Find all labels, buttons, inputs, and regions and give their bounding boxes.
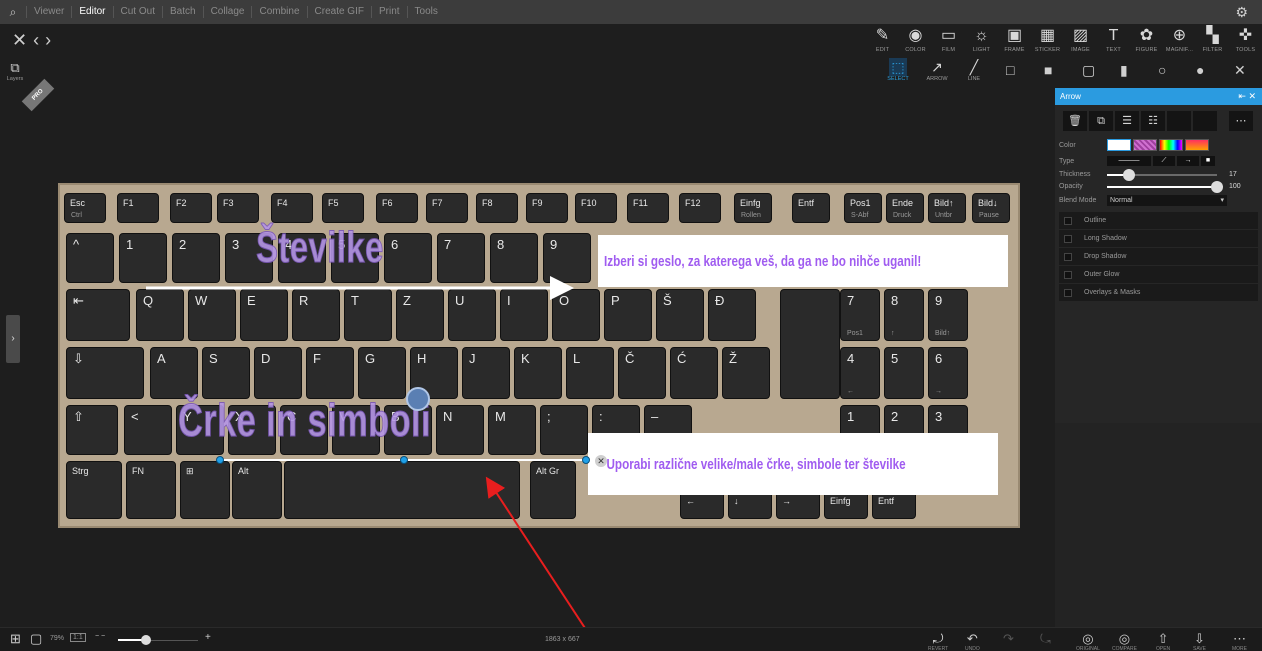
open-icon: ⇧: [1157, 631, 1169, 646]
effect-drop-shadow[interactable]: Drop Shadow: [1059, 248, 1258, 265]
action-row: 🗑 ⧉ ☰ ☷ ⋯: [1063, 111, 1258, 131]
grid-icon[interactable]: ⊞: [10, 631, 21, 647]
delete-icon[interactable]: 🗑: [1063, 111, 1087, 131]
effects-list: Outline Long Shadow Drop Shadow Outer Glow O…: [1059, 212, 1258, 301]
color-row: Color: [1059, 139, 1258, 151]
type-line[interactable]: ———: [1107, 156, 1151, 166]
pin-icon[interactable]: ⇤: [1238, 91, 1246, 101]
type-end[interactable]: ■: [1201, 156, 1215, 166]
blend-mode-select[interactable]: Normal ▾: [1107, 195, 1227, 206]
revert-button[interactable]: ⤾ REVERT: [928, 632, 948, 651]
checkbox[interactable]: [1064, 270, 1072, 279]
save-button[interactable]: ⇩ SAVE: [1193, 632, 1206, 651]
color-swatch-gradient[interactable]: [1185, 139, 1209, 151]
undo-icon: ↶: [966, 631, 978, 646]
redo-button[interactable]: ↷: [1003, 632, 1014, 646]
bottom-bar: ⊞ ▢ 79% 1:1 − − + 1863 x 667 ⤾ REVERT ↶ UND…: [0, 627, 1262, 651]
bring-front-icon[interactable]: ☰: [1115, 111, 1139, 131]
chevron-down-icon: ▾: [1220, 197, 1224, 204]
close-panel-icon[interactable]: ✕: [1248, 91, 1256, 101]
revert-icon: ⤾: [932, 631, 944, 646]
more-button[interactable]: ⋯ MORE: [1232, 632, 1247, 651]
send-back-icon[interactable]: ☷: [1141, 111, 1165, 131]
effect-outline[interactable]: Outline: [1059, 212, 1258, 229]
more-options-icon[interactable]: ⋯: [1229, 111, 1253, 131]
effect-overlays-masks[interactable]: Overlays & Masks: [1059, 284, 1258, 301]
zoom-slider[interactable]: [118, 635, 198, 645]
compare-icon: ◎: [1118, 631, 1131, 646]
redo-all-icon: ⤿: [1040, 631, 1051, 646]
redo-all-button[interactable]: ⤿: [1040, 632, 1051, 646]
type-arrow[interactable]: →: [1177, 156, 1199, 166]
zoom-in-icon[interactable]: +: [205, 632, 211, 643]
blend-row: Blend Mode Normal ▾: [1059, 195, 1258, 206]
zoom-out-icon[interactable]: − −: [95, 633, 105, 640]
panel-title: Arrow: [1060, 92, 1081, 101]
red-arrow: [485, 476, 601, 651]
arrow-properties-panel: Arrow ⇤ ✕ 🗑 ⧉ ☰ ☷ ⋯ Color Type ——— ⟋ → ■: [1055, 88, 1262, 628]
undo-button[interactable]: ↶ UNDO: [965, 632, 980, 651]
save-icon: ⇩: [1194, 631, 1205, 646]
effect-long-shadow[interactable]: Long Shadow: [1059, 230, 1258, 247]
compare-button[interactable]: ◎ COMPARE: [1112, 632, 1137, 651]
type-curve[interactable]: ⟋: [1153, 156, 1175, 166]
duplicate-icon[interactable]: ⧉: [1089, 111, 1113, 131]
color-swatch-pattern[interactable]: [1133, 139, 1157, 151]
checkbox[interactable]: [1064, 234, 1072, 243]
fit-screen-icon[interactable]: ▢: [30, 631, 42, 647]
panel-header: Arrow ⇤ ✕: [1055, 88, 1262, 105]
open-button[interactable]: ⇧ OPEN: [1156, 632, 1170, 651]
blank-slot-2: [1193, 111, 1217, 131]
opacity-slider[interactable]: [1107, 180, 1223, 193]
checkbox[interactable]: [1064, 216, 1072, 225]
blank-slot-1: [1167, 111, 1191, 131]
image-dimensions: 1863 x 667: [545, 636, 580, 643]
color-swatch-white[interactable]: [1107, 139, 1131, 151]
zoom-level: 79%: [50, 635, 65, 642]
checkbox[interactable]: [1064, 252, 1072, 261]
redo-icon: ↷: [1003, 631, 1014, 646]
checkbox[interactable]: [1064, 288, 1072, 297]
original-icon: ◎: [1082, 631, 1094, 646]
opacity-row: Opacity 100: [1059, 180, 1258, 193]
type-row: Type ——— ⟋ → ■: [1059, 156, 1258, 166]
more-icon: ⋯: [1233, 631, 1246, 646]
actual-size-button[interactable]: 1:1: [70, 633, 86, 642]
thickness-row: Thickness 17: [1059, 168, 1258, 181]
effect-outer-glow[interactable]: Outer Glow: [1059, 266, 1258, 283]
color-swatch-spectrum[interactable]: [1159, 139, 1183, 151]
original-button[interactable]: ◎ ORIGINAL: [1076, 632, 1100, 651]
thickness-slider[interactable]: [1107, 168, 1217, 181]
